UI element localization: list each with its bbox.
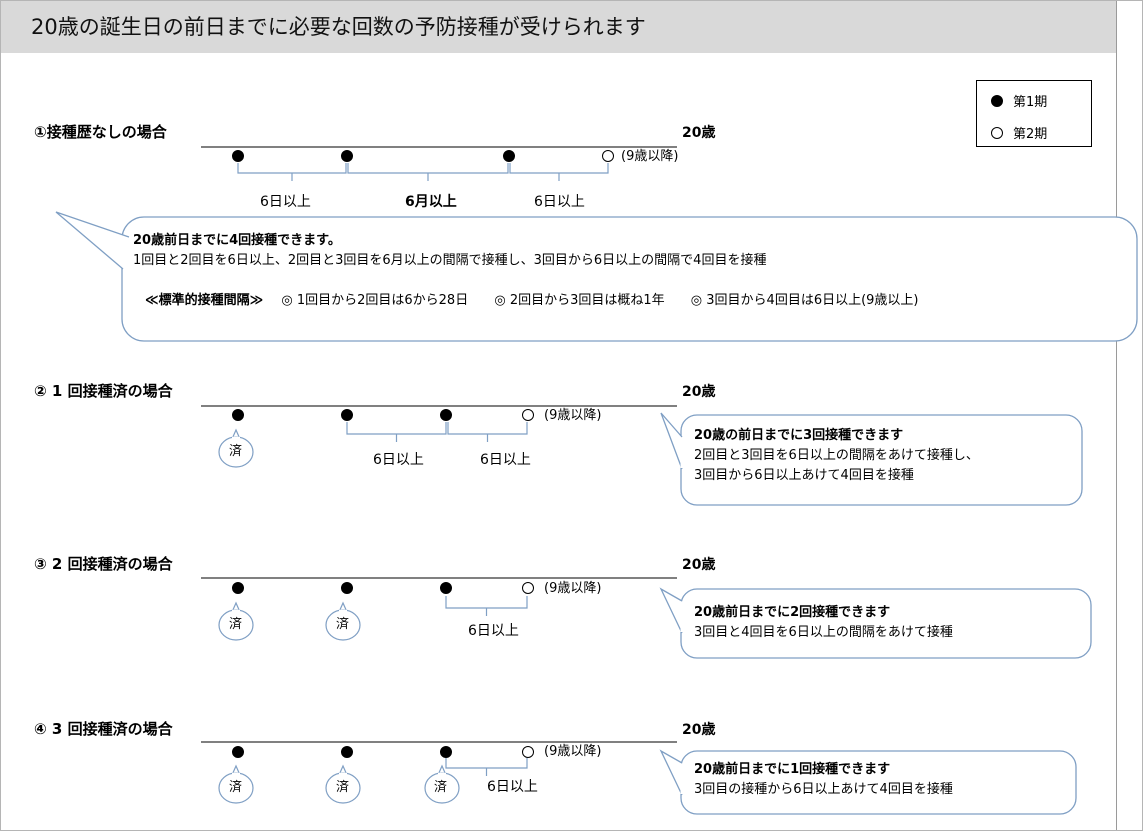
callout-line: 1回目と2回目を6日以上、2回目と3回目を6月以上の間隔で接種し、3回目から6日… xyxy=(133,253,767,268)
standard-interval-label: ≪標準的接種間隔≫ xyxy=(145,293,264,308)
section-2-interval-2: 6日以上 xyxy=(480,452,531,468)
standard-interval-item: ◎ 3回目から4回目は6日以上(9歳以上) xyxy=(690,293,919,308)
page: 20歳の誕生日の前日までに必要な回数の予防接種が受けられます 第1期 第2期 ①… xyxy=(0,0,1143,831)
section-1-interval-1: 6日以上 xyxy=(260,194,311,210)
done-badge-label: 済 xyxy=(229,617,243,632)
filled-dose-dot xyxy=(341,582,353,594)
section-1-title: ①接種歴なしの場合 xyxy=(34,123,167,141)
done-badge-label: 済 xyxy=(229,780,243,795)
done-badge-label: 済 xyxy=(229,444,243,459)
filled-dose-dot xyxy=(232,409,244,421)
callout-pointer xyxy=(659,587,683,634)
interval-bracket xyxy=(346,422,447,442)
section-4-age-label: 20歳 xyxy=(682,722,716,738)
legend-label: 第2期 xyxy=(1013,127,1048,142)
section-1-interval-3: 6日以上 xyxy=(534,194,585,210)
legend-item-period2: 第2期 xyxy=(991,123,1047,142)
callout-line: 3回目から6日以上あけて4回目を接種 xyxy=(694,468,914,483)
open-circle-icon xyxy=(991,126,1003,139)
callout-line: 3回目と4回目を6日以上の間隔をあけて接種 xyxy=(694,625,953,640)
section-4-callout-text: 20歳前日までに1回接種できます 3回目の接種から6日以上あけて4回目を接種 xyxy=(694,760,953,800)
callout-headline: 20歳前日までに4回接種できます。 xyxy=(133,233,341,248)
filled-dose-dot xyxy=(341,746,353,758)
section-3-title: ③ 2 回接種済の場合 xyxy=(34,555,173,573)
section-4-interval-1: 6日以上 xyxy=(487,779,538,795)
section-2-age-label: 20歳 xyxy=(682,384,716,400)
filled-dose-dot xyxy=(341,150,353,162)
legend-label: 第1期 xyxy=(1013,95,1048,110)
done-badge-label: 済 xyxy=(336,617,350,632)
filled-dose-dot xyxy=(232,582,244,594)
open-dose-dot xyxy=(522,582,534,594)
section-3-interval-1: 6日以上 xyxy=(468,623,519,639)
filled-dose-dot xyxy=(440,746,452,758)
filled-dose-dot xyxy=(341,409,353,421)
open-dose-dot xyxy=(522,409,534,421)
filled-circle-icon xyxy=(991,94,1003,107)
section-2-callout-text: 20歳の前日までに3回接種できます 2回目と3回目を6日以上の間隔をあけて接種し… xyxy=(694,426,979,486)
filled-dose-dot xyxy=(440,582,452,594)
callout-pointer xyxy=(660,412,683,470)
section-2-note: (9歳以降) xyxy=(544,408,602,423)
filled-dose-dot xyxy=(503,150,515,162)
interval-bracket xyxy=(347,163,509,181)
section-1-interval-2: 6月以上 xyxy=(405,194,457,210)
section-4-title: ④ 3 回接種済の場合 xyxy=(34,720,173,738)
interval-bracket xyxy=(445,758,528,776)
section-3-age-label: 20歳 xyxy=(682,557,716,573)
done-badge-label: 済 xyxy=(336,780,350,795)
open-dose-dot xyxy=(602,150,614,162)
legend: 第1期 第2期 xyxy=(976,80,1092,147)
standard-interval-item: ◎ 2回目から3回目は概ね1年 xyxy=(494,293,665,308)
section-3-callout-text: 20歳前日までに2回接種できます 3回目と4回目を6日以上の間隔をあけて接種 xyxy=(694,603,953,643)
open-dose-dot xyxy=(522,746,534,758)
legend-item-period1: 第1期 xyxy=(991,91,1047,110)
callout-pointer xyxy=(55,211,130,270)
section-2-title: ② 1 回接種済の場合 xyxy=(34,382,173,400)
filled-dose-dot xyxy=(232,150,244,162)
callout-line: 3回目の接種から6日以上あけて4回目を接種 xyxy=(694,782,953,797)
section-3-note: (9歳以降) xyxy=(544,581,602,596)
section-4-note: (9歳以降) xyxy=(544,744,602,759)
filled-dose-dot xyxy=(232,746,244,758)
interval-bracket xyxy=(445,596,528,616)
interval-bracket xyxy=(447,422,528,442)
callout-headline: 20歳の前日までに3回接種できます xyxy=(694,428,904,443)
interval-bracket xyxy=(509,163,609,181)
section-1-callout-text: 20歳前日までに4回接種できます。 1回目と2回目を6日以上、2回目と3回目を6… xyxy=(133,231,766,271)
filled-dose-dot xyxy=(440,409,452,421)
standard-interval-item: ◎ 1回目から2回目は6から28日 xyxy=(281,293,469,308)
callout-line: 2回目と3回目を6日以上の間隔をあけて接種し、 xyxy=(694,448,979,463)
section-1-age-label: 20歳 xyxy=(682,125,716,141)
section-1-standard-interval: ≪標準的接種間隔≫ ◎ 1回目から2回目は6から28日 ◎ 2回目から3回目は概… xyxy=(145,291,919,311)
callout-headline: 20歳前日までに1回接種できます xyxy=(694,762,891,777)
callout-pointer xyxy=(659,749,683,796)
done-badge-label: 済 xyxy=(434,780,448,795)
section-1-note: (9歳以降) xyxy=(621,149,679,164)
interval-bracket xyxy=(237,163,347,181)
section-2-interval-1: 6日以上 xyxy=(373,452,424,468)
callout-headline: 20歳前日までに2回接種できます xyxy=(694,605,891,620)
